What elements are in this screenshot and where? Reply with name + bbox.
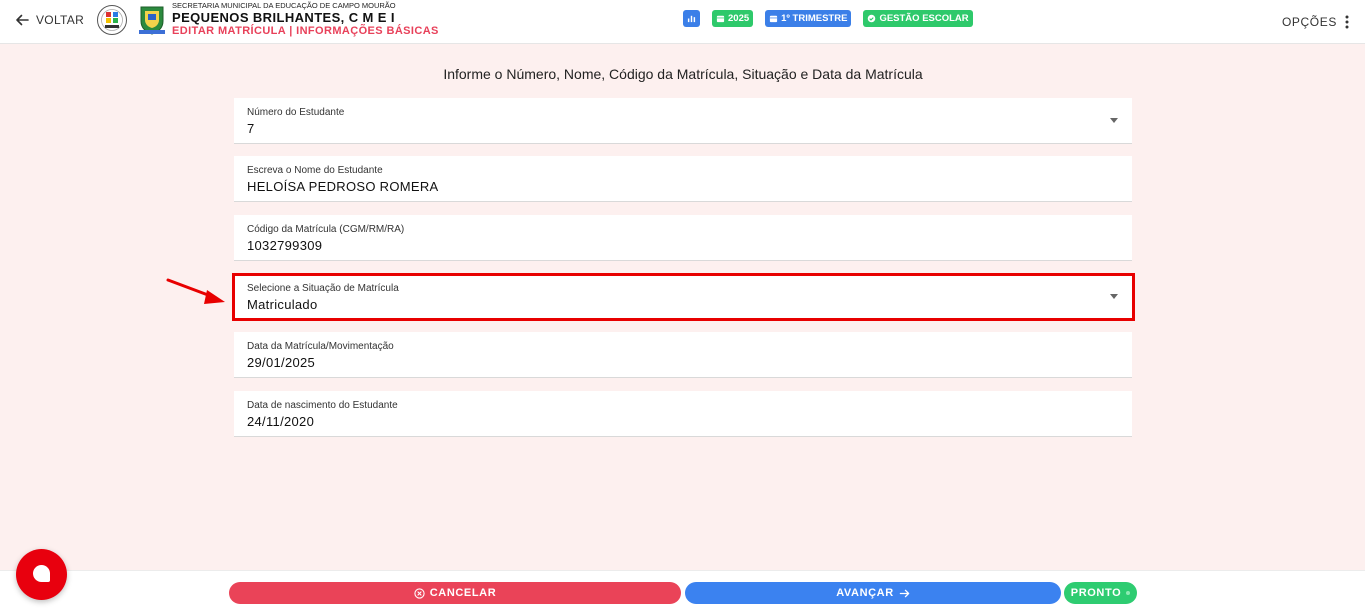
school-name: PEQUENOS BRILHANTES, C M E I [172, 10, 395, 25]
term-label: 1º TRIMESTRE [781, 13, 848, 24]
municipal-seal-logo [97, 5, 127, 35]
enrollment-code-input[interactable]: Código da Matrícula (CGM/RM/RA) 10327993… [234, 215, 1132, 261]
term-badge[interactable]: 1º TRIMESTRE [765, 10, 852, 27]
options-menu-button[interactable]: OPÇÕES [1282, 14, 1349, 30]
year-label: 2025 [728, 13, 750, 24]
year-badge[interactable]: 2025 [712, 10, 754, 27]
top-bar: VOLTAR SECRETARIA MUNICIPAL DA EDUCAÇÃO … [0, 0, 1365, 44]
enrollment-code-value: 1032799309 [247, 238, 323, 253]
management-label: GESTÃO ESCOLAR [879, 13, 969, 24]
student-number-select[interactable]: Número do Estudante 7 [234, 98, 1132, 144]
next-button[interactable]: AVANÇAR [685, 582, 1061, 604]
bar-chart-icon [687, 15, 696, 23]
student-number-label: Número do Estudante [247, 107, 345, 118]
caret-down-icon[interactable] [1110, 294, 1118, 299]
back-label: VOLTAR [36, 13, 85, 27]
student-name-value: HELOÍSA PEDROSO ROMERA [247, 179, 439, 194]
arrow-left-icon [16, 14, 29, 26]
arrow-right-icon [899, 589, 910, 597]
pointer-arrow-icon [166, 278, 225, 304]
calendar-icon [716, 15, 725, 23]
chat-widget-button[interactable] [16, 549, 67, 600]
enrollment-date-label: Data da Matrícula/Movimentação [247, 341, 394, 352]
birth-date-value: 24/11/2020 [247, 414, 315, 429]
student-name-label: Escreva o Nome do Estudante [247, 165, 383, 176]
status-badges: 2025 1º TRIMESTRE GESTÃO ESCOLAR [683, 10, 973, 27]
next-label: AVANÇAR [836, 587, 894, 599]
enrollment-code-label: Código da Matrícula (CGM/RM/RA) [247, 224, 405, 235]
student-number-value: 7 [247, 121, 255, 136]
back-button[interactable]: VOLTAR [14, 12, 84, 28]
done-label: PRONTO [1070, 587, 1122, 599]
enrollment-status-value: Matriculado [247, 297, 318, 312]
enrollment-status-label: Selecione a Situação de Matrícula [247, 283, 399, 294]
check-circle-icon [868, 14, 876, 23]
cancel-button[interactable]: CANCELAR [229, 582, 681, 604]
caret-down-icon[interactable] [1110, 118, 1118, 123]
close-circle-icon [414, 587, 425, 599]
enrollment-date-input[interactable]: Data da Matrícula/Movimentação 29/01/202… [234, 332, 1132, 378]
birth-date-label: Data de nascimento do Estudante [247, 400, 398, 411]
title-block: SECRETARIA MUNICIPAL DA EDUCAÇÃO DE CAMP… [172, 2, 439, 38]
status-dot-icon [1126, 591, 1131, 595]
cancel-label: CANCELAR [429, 587, 497, 599]
form-heading: Informe o Número, Nome, Código da Matríc… [443, 66, 923, 82]
done-button[interactable]: PRONTO [1064, 582, 1137, 604]
more-vertical-icon [1345, 15, 1349, 29]
birth-date-input[interactable]: Data de nascimento do Estudante 24/11/20… [234, 391, 1132, 437]
department-name: SECRETARIA MUNICIPAL DA EDUCAÇÃO DE CAMP… [172, 1, 396, 10]
chat-bubble-icon [33, 565, 50, 582]
student-name-input[interactable]: Escreva o Nome do Estudante HELOÍSA PEDR… [234, 156, 1132, 202]
management-badge[interactable]: GESTÃO ESCOLAR [863, 10, 973, 27]
page-subtitle: EDITAR MATRÍCULA | INFORMAÇÕES BÁSICAS [172, 25, 439, 37]
enrollment-date-value: 29/01/2025 [247, 355, 316, 370]
bottom-bar [0, 570, 1365, 616]
enrollment-status-select[interactable]: Selecione a Situação de Matrícula Matric… [234, 274, 1132, 320]
options-label: OPÇÕES [1282, 15, 1337, 29]
reports-badge[interactable] [683, 10, 700, 27]
city-coat-of-arms-logo [139, 6, 165, 35]
calendar-icon [770, 15, 778, 23]
